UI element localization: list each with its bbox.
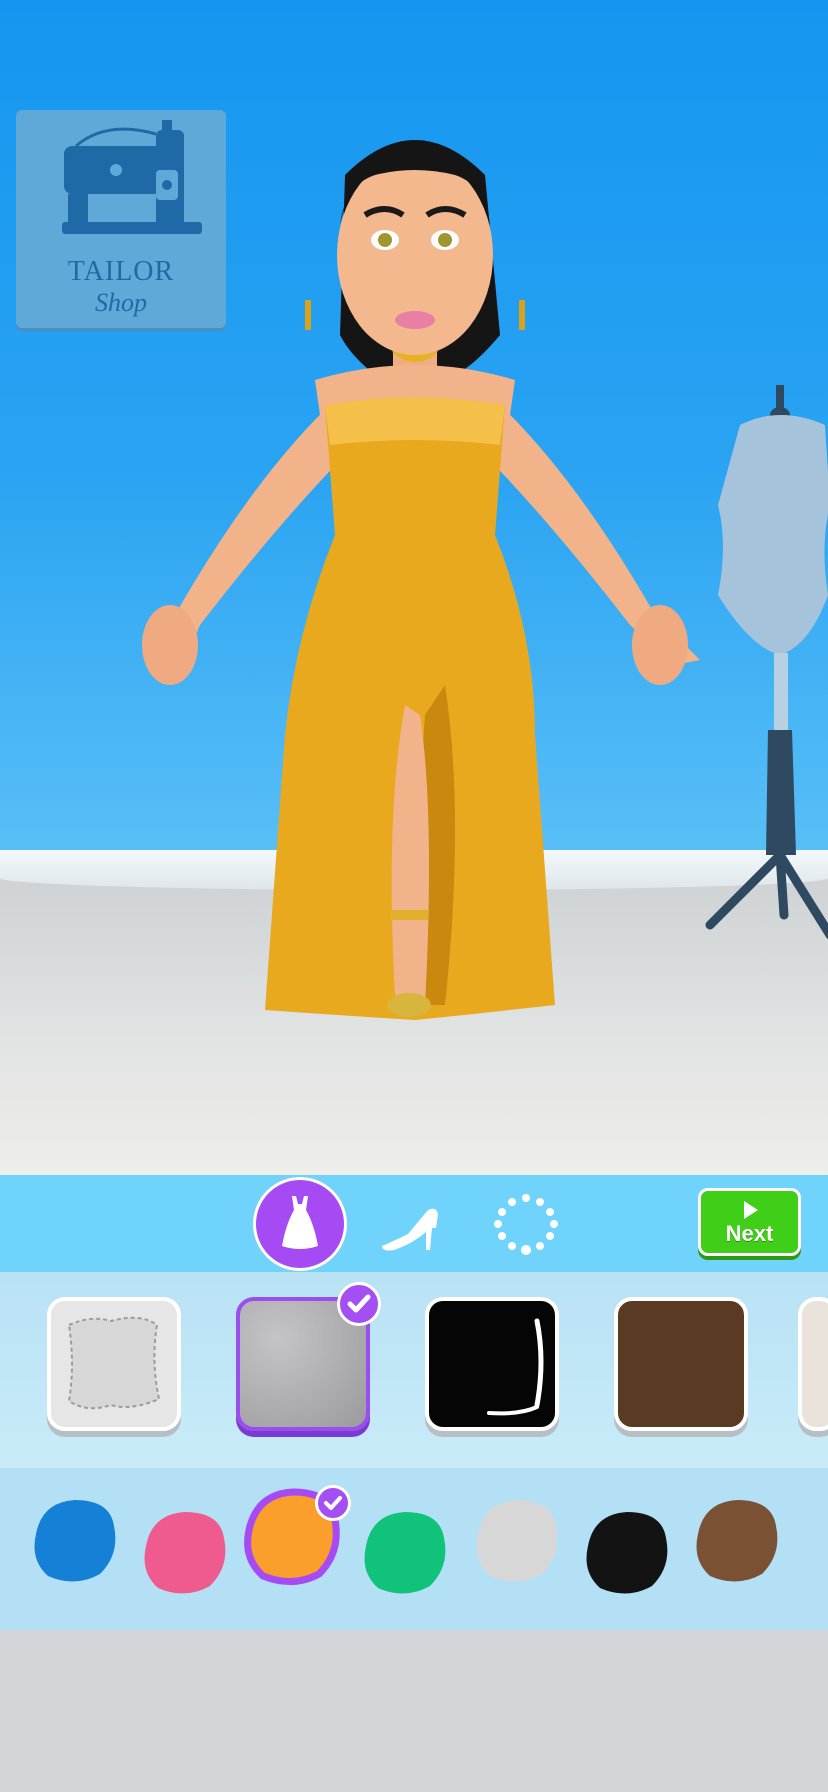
fabric-selected-check-icon bbox=[337, 1282, 381, 1326]
tab-dress[interactable] bbox=[253, 1177, 347, 1271]
color-selected-check-icon bbox=[315, 1485, 351, 1521]
color-swatch-light-gray[interactable] bbox=[472, 1496, 562, 1586]
tab-jewelry[interactable] bbox=[488, 1188, 564, 1264]
fabric-swatch-white-quilt[interactable] bbox=[47, 1297, 181, 1431]
next-button[interactable]: Next bbox=[698, 1188, 801, 1256]
tab-shoes[interactable] bbox=[372, 1188, 448, 1264]
mannequin bbox=[705, 385, 828, 940]
color-swatch-green[interactable] bbox=[360, 1508, 450, 1598]
high-heel-icon bbox=[382, 1208, 438, 1251]
color-swatch-pink[interactable] bbox=[140, 1508, 230, 1598]
gloss-icon bbox=[487, 1318, 544, 1416]
fabric-swatch-black-latex[interactable] bbox=[425, 1297, 559, 1431]
character-model bbox=[142, 140, 700, 1020]
next-label: Next bbox=[725, 1221, 774, 1246]
color-swatch-blue[interactable] bbox=[30, 1496, 120, 1586]
dress-icon bbox=[282, 1196, 318, 1249]
color-swatch-black[interactable] bbox=[582, 1508, 672, 1598]
necklace-icon bbox=[494, 1194, 558, 1255]
game-scene: TAILOR Shop bbox=[0, 0, 828, 1175]
bottom-panel bbox=[0, 1630, 828, 1792]
fabric-swatch-white-lace[interactable] bbox=[798, 1297, 828, 1431]
quilt-patch-icon bbox=[67, 1316, 161, 1410]
fabric-swatch-brown-leather[interactable] bbox=[614, 1297, 748, 1431]
color-swatch-brown[interactable] bbox=[692, 1496, 782, 1586]
play-icon bbox=[744, 1201, 758, 1219]
